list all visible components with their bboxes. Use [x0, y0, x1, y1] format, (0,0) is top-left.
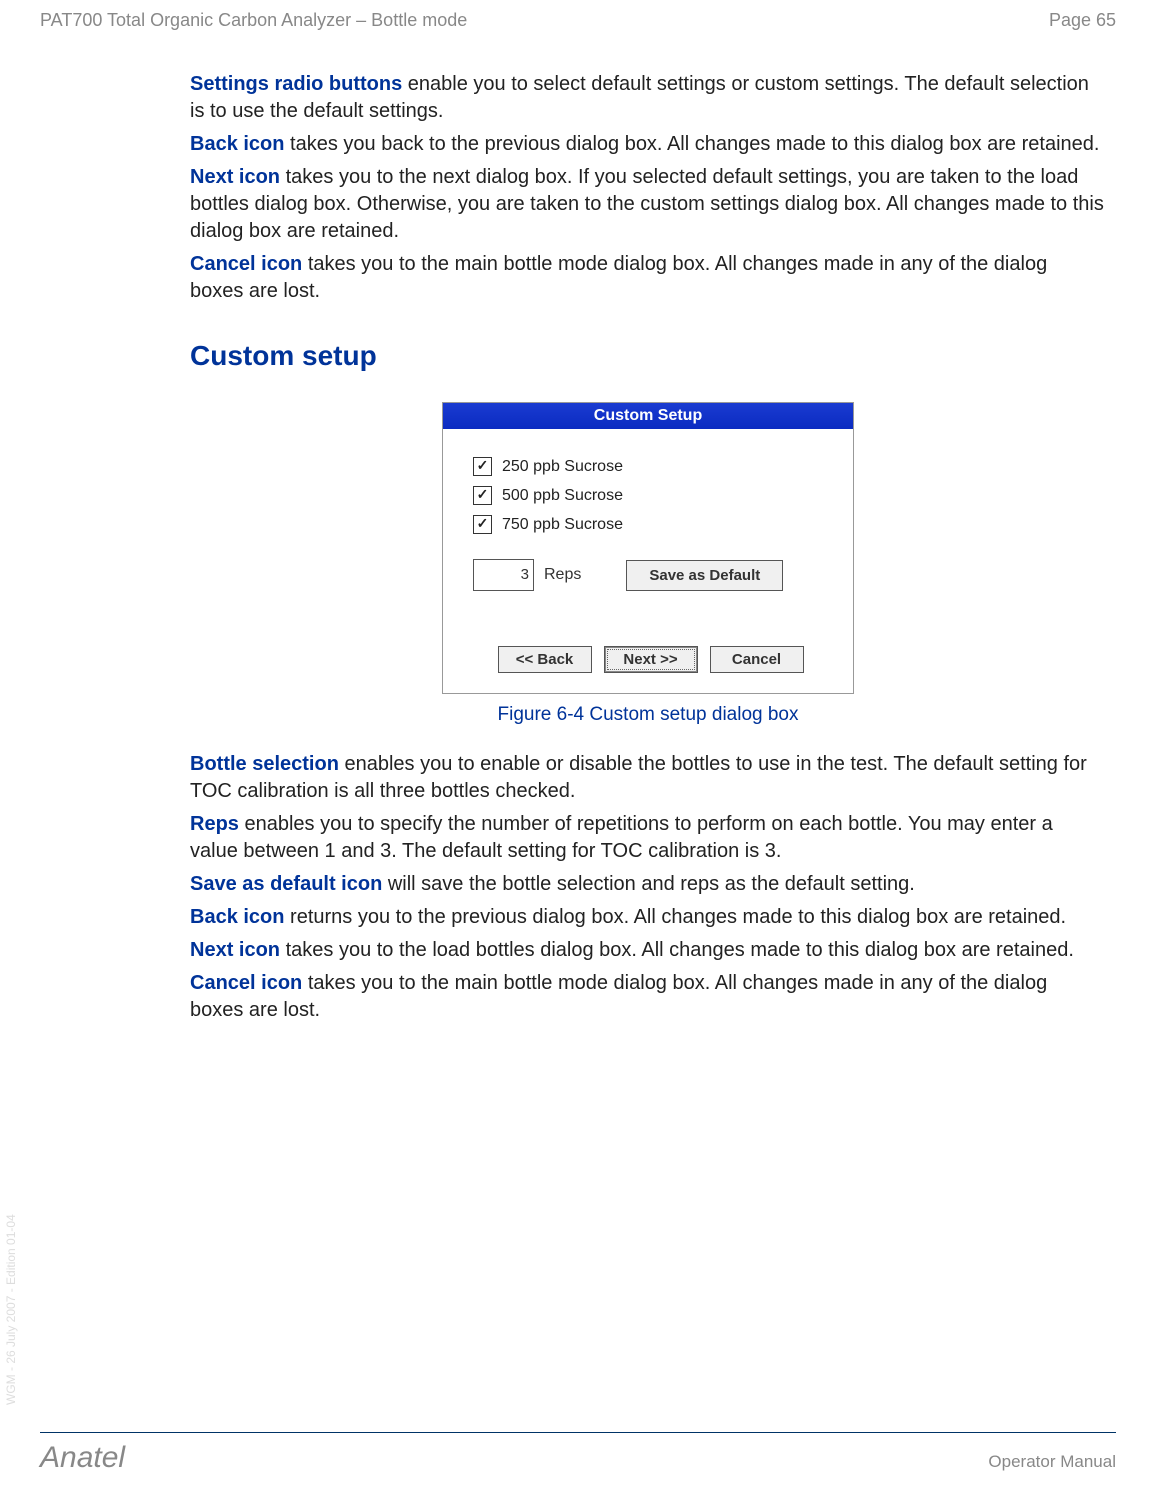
page-footer: Anatel Operator Manual — [40, 1432, 1116, 1475]
term-next-icon-2: Next icon — [190, 939, 280, 961]
checkbox-row-250[interactable]: ✓ 250 ppb Sucrose — [473, 457, 828, 476]
paragraph: Back icon takes you back to the previous… — [190, 131, 1106, 158]
paragraph-text: takes you to the main bottle mode dialog… — [190, 972, 1047, 1021]
checkbox-row-500[interactable]: ✓ 500 ppb Sucrose — [473, 486, 828, 505]
paragraph-text: returns you to the previous dialog box. … — [284, 906, 1066, 928]
reps-label: Reps — [544, 566, 581, 584]
paragraph: Next icon takes you to the load bottles … — [190, 937, 1106, 964]
page-number: Page 65 — [1049, 10, 1116, 31]
paragraph: Back icon returns you to the previous di… — [190, 904, 1106, 931]
term-bottle-selection: Bottle selection — [190, 753, 339, 775]
figure-caption: Figure 6-4 Custom setup dialog box — [190, 704, 1106, 726]
checkbox-label: 250 ppb Sucrose — [502, 458, 623, 476]
term-cancel-icon: Cancel icon — [190, 253, 302, 275]
checkbox-label: 500 ppb Sucrose — [502, 487, 623, 505]
paragraph: Save as default icon will save the bottl… — [190, 871, 1106, 898]
checkbox-icon[interactable]: ✓ — [473, 486, 492, 505]
checkbox-icon[interactable]: ✓ — [473, 515, 492, 534]
paragraph: Next icon takes you to the next dialog b… — [190, 164, 1106, 245]
section-heading-custom-setup: Custom setup — [190, 340, 1106, 372]
paragraph-text: takes you back to the previous dialog bo… — [284, 133, 1099, 155]
paragraph: Cancel icon takes you to the main bottle… — [190, 251, 1106, 305]
term-next-icon: Next icon — [190, 166, 280, 188]
paragraph: Settings radio buttons enable you to sel… — [190, 71, 1106, 125]
side-edition-text: WGM - 26 July 2007 - Edition 01-04 — [4, 1214, 18, 1405]
custom-setup-dialog: Custom Setup ✓ 250 ppb Sucrose ✓ 500 ppb… — [442, 402, 854, 694]
paragraph-text: takes you to the next dialog box. If you… — [190, 166, 1104, 242]
next-button[interactable]: Next >> — [604, 646, 698, 673]
term-settings-radio: Settings radio buttons — [190, 73, 402, 95]
checkbox-label: 750 ppb Sucrose — [502, 516, 623, 534]
paragraph-text: takes you to the main bottle mode dialog… — [190, 253, 1047, 302]
figure-custom-setup: Custom Setup ✓ 250 ppb Sucrose ✓ 500 ppb… — [190, 402, 1106, 726]
term-cancel-icon-2: Cancel icon — [190, 972, 302, 994]
back-button[interactable]: << Back — [498, 646, 592, 673]
paragraph: Reps enables you to specify the number o… — [190, 811, 1106, 865]
term-back-icon: Back icon — [190, 133, 284, 155]
footer-label: Operator Manual — [988, 1452, 1116, 1472]
brand-name: Anatel — [40, 1441, 125, 1475]
checkbox-row-750[interactable]: ✓ 750 ppb Sucrose — [473, 515, 828, 534]
header-title: PAT700 Total Organic Carbon Analyzer – B… — [40, 10, 467, 31]
paragraph: Cancel icon takes you to the main bottle… — [190, 970, 1106, 1024]
paragraph-text: will save the bottle selection and reps … — [382, 873, 915, 895]
save-as-default-button[interactable]: Save as Default — [626, 560, 783, 591]
term-back-icon-2: Back icon — [190, 906, 284, 928]
reps-input[interactable]: 3 — [473, 559, 534, 591]
paragraph-text: enables you to specify the number of rep… — [190, 813, 1053, 862]
paragraph-text: takes you to the load bottles dialog box… — [280, 939, 1074, 961]
paragraph: Bottle selection enables you to enable o… — [190, 751, 1106, 805]
dialog-title: Custom Setup — [443, 403, 853, 429]
checkbox-icon[interactable]: ✓ — [473, 457, 492, 476]
term-save-default: Save as default icon — [190, 873, 382, 895]
cancel-button[interactable]: Cancel — [710, 646, 804, 673]
term-reps: Reps — [190, 813, 239, 835]
